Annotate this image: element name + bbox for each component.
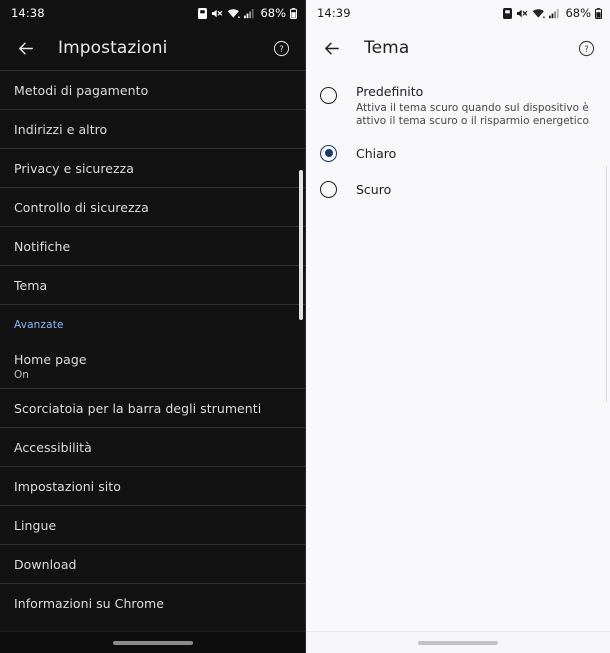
settings-row-addresses[interactable]: Indirizzi e altro bbox=[0, 109, 305, 148]
signal-icon bbox=[244, 8, 255, 19]
radio-button-selected[interactable] bbox=[320, 144, 337, 162]
gesture-nav-pill[interactable] bbox=[418, 640, 498, 645]
settings-row-site-settings[interactable]: Impostazioni sito bbox=[0, 466, 305, 505]
row-label: Lingue bbox=[14, 517, 57, 533]
option-texts: Chiaro bbox=[356, 146, 594, 162]
battery-icon bbox=[290, 7, 297, 19]
row-label: Accessibilità bbox=[14, 439, 92, 455]
radio-button-unselected[interactable] bbox=[320, 87, 337, 104]
sim-card-icon bbox=[198, 7, 208, 19]
sim-card-icon bbox=[503, 7, 513, 19]
option-texts: Predefinito Attiva il tema scuro quando … bbox=[356, 84, 594, 129]
row-label: Scorciatoia per la barra degli strumenti bbox=[14, 400, 262, 416]
gesture-nav-pill[interactable] bbox=[112, 640, 193, 645]
row-label: Metodi di pagamento bbox=[14, 82, 149, 98]
settings-row-theme[interactable]: Tema bbox=[0, 265, 305, 304]
row-label: Notifiche bbox=[14, 238, 71, 254]
settings-row-privacy-security[interactable]: Privacy e sicurezza bbox=[0, 148, 305, 187]
svg-text:?: ? bbox=[279, 45, 284, 55]
back-arrow-icon bbox=[18, 42, 33, 54]
settings-section-advanced: Avanzate bbox=[0, 304, 305, 344]
status-bar-right: 14:39 68% bbox=[306, 0, 610, 26]
settings-row-languages[interactable]: Lingue bbox=[0, 505, 305, 544]
mute-icon bbox=[211, 8, 223, 19]
wifi-icon bbox=[227, 8, 241, 19]
svg-text:?: ? bbox=[584, 45, 589, 55]
back-button-theme[interactable] bbox=[318, 35, 344, 61]
vertical-scrollbar-right[interactable] bbox=[606, 166, 607, 402]
help-button-theme[interactable]: ? bbox=[574, 36, 598, 60]
back-arrow-icon bbox=[324, 42, 339, 54]
mute-icon bbox=[516, 8, 528, 19]
page-title-theme: Tema bbox=[364, 38, 410, 58]
row-label: Home page bbox=[14, 351, 87, 367]
back-button-settings[interactable] bbox=[12, 35, 38, 61]
theme-options-list: Predefinito Attiva il tema scuro quando … bbox=[306, 70, 610, 207]
section-header-label: Avanzate bbox=[14, 318, 64, 331]
row-label: Privacy e sicurezza bbox=[14, 160, 134, 176]
settings-row-accessibility[interactable]: Accessibilità bbox=[0, 427, 305, 466]
help-button-settings[interactable]: ? bbox=[269, 36, 293, 60]
row-label: Impostazioni sito bbox=[14, 478, 121, 494]
row-sublabel: On bbox=[14, 368, 29, 381]
option-label: Scuro bbox=[356, 181, 392, 197]
app-bar-right: Tema ? bbox=[306, 26, 610, 70]
dual-screenshot-container: 14:38 68% Impostazioni ? Metodi di pagam… bbox=[0, 0, 610, 653]
settings-row-downloads[interactable]: Download bbox=[0, 544, 305, 583]
settings-panel-dark: 14:38 68% Impostazioni ? Metodi di pagam… bbox=[0, 0, 305, 653]
page-title-settings: Impostazioni bbox=[58, 38, 168, 58]
system-nav-bar-right bbox=[306, 631, 610, 653]
row-label: Download bbox=[14, 556, 77, 572]
settings-row-notifications[interactable]: Notifiche bbox=[0, 226, 305, 265]
row-label: Informazioni su Chrome bbox=[14, 595, 165, 611]
radio-button-unselected[interactable] bbox=[320, 180, 337, 198]
settings-list: Metodi di pagamento Indirizzi e altro Pr… bbox=[0, 70, 305, 622]
theme-option-system-default[interactable]: Predefinito Attiva il tema scuro quando … bbox=[306, 78, 610, 135]
theme-panel-light: 14:39 68% Tema ? Predefinito Attiva il t… bbox=[305, 0, 610, 653]
settings-row-about-chrome[interactable]: Informazioni su Chrome bbox=[0, 583, 305, 622]
option-description: Attiva il tema scuro quando sul disposit… bbox=[356, 101, 589, 128]
status-bar-left: 14:38 68% bbox=[0, 0, 305, 26]
settings-row-homepage[interactable]: Home page On bbox=[0, 344, 305, 388]
option-texts: Scuro bbox=[356, 182, 594, 198]
row-label: Indirizzi e altro bbox=[14, 121, 108, 137]
status-time-right: 14:39 bbox=[317, 6, 351, 20]
option-label: Predefinito bbox=[356, 84, 424, 99]
settings-row-payment-methods[interactable]: Metodi di pagamento bbox=[0, 70, 305, 109]
signal-icon bbox=[549, 8, 560, 19]
status-icons-left: 68% bbox=[198, 6, 297, 20]
app-bar-left: Impostazioni ? bbox=[0, 26, 305, 70]
theme-option-dark[interactable]: Scuro bbox=[306, 171, 610, 207]
wifi-icon bbox=[532, 8, 546, 19]
settings-row-toolbar-shortcut[interactable]: Scorciatoia per la barra degli strumenti bbox=[0, 388, 305, 427]
row-label: Controllo di sicurezza bbox=[14, 199, 149, 215]
vertical-scrollbar-left[interactable] bbox=[299, 170, 303, 320]
battery-icon bbox=[595, 7, 602, 19]
battery-percent-right: 68% bbox=[565, 6, 591, 20]
row-label: Tema bbox=[14, 277, 48, 293]
status-time-left: 14:38 bbox=[11, 6, 45, 20]
theme-option-light[interactable]: Chiaro bbox=[306, 135, 610, 171]
help-circle-icon: ? bbox=[273, 40, 289, 56]
status-icons-right: 68% bbox=[503, 6, 602, 20]
help-circle-icon: ? bbox=[578, 40, 594, 56]
battery-percent-left: 68% bbox=[260, 6, 286, 20]
settings-row-safety-check[interactable]: Controllo di sicurezza bbox=[0, 187, 305, 226]
system-nav-bar-left bbox=[0, 631, 305, 653]
option-label: Chiaro bbox=[356, 145, 397, 161]
